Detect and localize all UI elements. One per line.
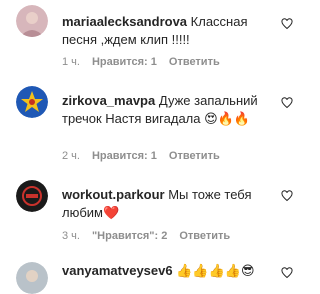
comment-time[interactable]: 2 ч. <box>62 150 80 162</box>
reply-button[interactable]: Ответить <box>169 150 220 162</box>
comment-item: mariaalecksandrova Классная песня ,ждем … <box>0 0 304 76</box>
comment-meta: 2 ч. Нравится: 1 Ответить <box>62 150 220 162</box>
comment-item: vanyamatveysev6 👍👍👍👍😎 <box>0 258 304 294</box>
comment-body: vanyamatveysev6 👍👍👍👍😎 <box>62 262 272 280</box>
comment-meta: 1 ч. Нравится: 1 Ответить <box>62 56 220 68</box>
comment-username[interactable]: zirkova_mavpa <box>62 93 155 108</box>
comment-time[interactable]: 1 ч. <box>62 56 80 68</box>
reply-button[interactable]: Ответить <box>179 230 230 242</box>
avatar[interactable] <box>16 180 48 212</box>
avatar[interactable] <box>16 262 48 294</box>
like-heart-icon[interactable] <box>281 267 293 279</box>
comment-emoji: ❤️ <box>102 205 120 220</box>
like-heart-icon[interactable] <box>281 190 293 202</box>
comment-username[interactable]: workout.parkour <box>62 187 165 202</box>
like-heart-icon[interactable] <box>281 18 293 30</box>
comment-emoji: 👍👍👍👍😎 <box>176 263 255 278</box>
comment-likes[interactable]: Нравится: 1 <box>92 150 157 162</box>
reply-button[interactable]: Ответить <box>169 56 220 68</box>
comment-emoji: 😍🔥🔥 <box>204 111 251 126</box>
comment-item: workout.parkour Мы тоже тебя любим❤️ 3 ч… <box>0 180 304 260</box>
comment-username[interactable]: vanyamatveysev6 <box>62 263 173 278</box>
comment-time[interactable]: 3 ч. <box>62 230 80 242</box>
comment-body: mariaalecksandrova Классная песня ,ждем … <box>62 13 272 49</box>
comment-meta: 3 ч. "Нравится": 2 Ответить <box>62 230 230 242</box>
like-heart-icon[interactable] <box>281 97 293 109</box>
comment-likes[interactable]: "Нравится": 2 <box>92 230 167 242</box>
comment-body: zirkova_mavpa Дуже запальний тречок Наст… <box>62 92 272 128</box>
comment-username[interactable]: mariaalecksandrova <box>62 14 187 29</box>
avatar[interactable] <box>16 86 48 118</box>
comment-item: zirkova_mavpa Дуже запальний тречок Наст… <box>0 86 304 166</box>
comment-likes[interactable]: Нравится: 1 <box>92 56 157 68</box>
comment-body: workout.parkour Мы тоже тебя любим❤️ <box>62 186 272 222</box>
avatar[interactable] <box>16 5 48 37</box>
